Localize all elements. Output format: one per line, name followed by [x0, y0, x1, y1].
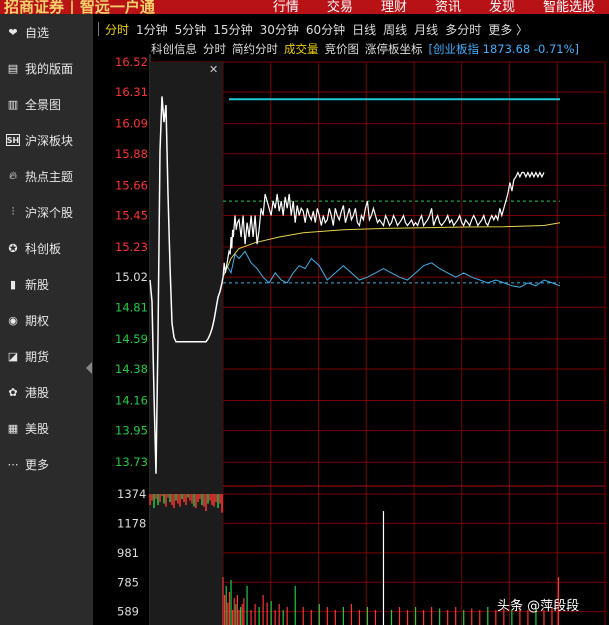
- price-tick-label: 14.38: [115, 362, 148, 376]
- price-tick-label: 16.31: [115, 85, 148, 99]
- volume-tick-label: 1178: [117, 516, 146, 530]
- price-tick-label: 14.81: [115, 300, 148, 314]
- price-tick-label: 15.23: [115, 240, 148, 254]
- volume-tick-label: 981: [117, 546, 139, 560]
- volume-axis: 1374 1178 981 785 589: [117, 487, 146, 619]
- watermark: 头条 @萍段段: [497, 599, 580, 614]
- price-tick-label: 16.52: [115, 55, 148, 69]
- price-axis: 16.52 16.31 16.09 15.88 15.66 15.45 15.23 15.02…: [115, 55, 148, 469]
- timeshare-toggle[interactable]: 分时: [203, 41, 226, 57]
- limit-axis-toggle[interactable]: 涨停板坐标: [365, 41, 423, 57]
- index-info: [创业板指 1873.68 -0.71%]: [428, 42, 580, 56]
- price-tick-label: 14.59: [115, 332, 148, 346]
- auction-chart-toggle[interactable]: 竞价图: [325, 41, 360, 57]
- close-icon[interactable]: ✕: [209, 63, 218, 76]
- volume-tick-label: 785: [117, 575, 139, 589]
- chart-info-row: 科创信息 分时 简约分时 成交量 竞价图 涨停板坐标 [创业板指 1873.68…: [151, 41, 585, 57]
- volume-toggle[interactable]: 成交量: [284, 41, 319, 57]
- price-tick-label: 13.73: [115, 455, 148, 469]
- price-tick-label: 16.09: [115, 117, 148, 131]
- volume-tick-label: 1374: [117, 487, 146, 501]
- volume-tick-label: 589: [117, 605, 139, 619]
- auction-background: [150, 62, 223, 625]
- price-tick-label: 14.16: [115, 394, 148, 408]
- timeshare-chart[interactable]: 16.52 16.31 16.09 15.88 15.66 15.45 15.23 15.02…: [0, 0, 609, 625]
- price-tick-label: 13.95: [115, 424, 148, 438]
- price-tick-label: 15.66: [115, 178, 148, 192]
- price-tick-label: 15.45: [115, 208, 148, 222]
- auction-area: [150, 62, 223, 625]
- price-tick-label: 15.88: [115, 147, 148, 161]
- simple-timeshare-toggle[interactable]: 简约分时: [232, 41, 278, 57]
- star-market-info-button[interactable]: 科创信息: [151, 41, 197, 57]
- price-tick-label: 15.02: [115, 270, 148, 284]
